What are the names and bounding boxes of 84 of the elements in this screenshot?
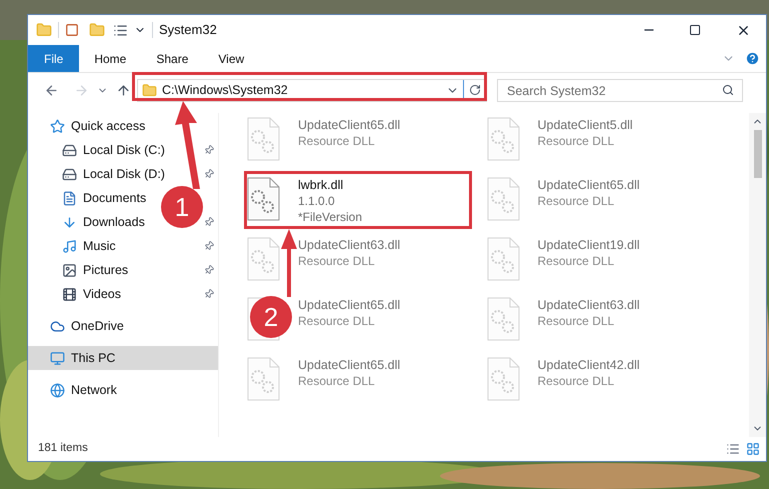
nav-item[interactable]: Music	[28, 234, 124, 258]
ribbon-tab[interactable]: Home	[79, 45, 142, 72]
nav-item[interactable]: This PC	[28, 346, 218, 370]
file-icon	[246, 177, 280, 221]
ribbon-tab[interactable]: View	[203, 45, 260, 72]
drive-icon	[62, 142, 77, 158]
nav-item[interactable]: Documents	[28, 186, 154, 210]
nav-item[interactable]: Pictures	[28, 258, 136, 282]
file-name[interactable]: UpdateClient19.dll	[538, 237, 640, 253]
view-icon[interactable]	[113, 22, 128, 38]
details-view-icon[interactable]	[726, 442, 740, 456]
nav-label: Local Disk (C:)	[83, 142, 165, 159]
file-icon	[246, 357, 280, 401]
star-icon	[50, 118, 65, 134]
drive-icon	[62, 166, 77, 182]
nav-label: Local Disk (D:)	[83, 166, 165, 183]
computer-icon	[50, 350, 65, 366]
nav-label: Documents	[83, 190, 146, 207]
help-icon[interactable]	[745, 51, 760, 66]
nav-label: Music	[83, 238, 116, 255]
file-icon	[486, 237, 520, 281]
file-name[interactable]: UpdateClient65.dll	[298, 357, 400, 373]
file-icon	[486, 117, 520, 161]
picture-icon	[62, 262, 77, 278]
file-name[interactable]: UpdateClient42.dll	[538, 357, 640, 373]
nav-label: Downloads	[83, 214, 145, 231]
file-detail: Resource DLL	[538, 253, 616, 269]
nav-item[interactable]: Videos	[28, 282, 129, 306]
nav-item[interactable]: Local Disk (C:)	[28, 138, 173, 162]
nav-label: Videos	[83, 286, 121, 303]
music-icon	[62, 238, 77, 254]
ribbon-tab[interactable]: Share	[141, 45, 204, 72]
file-icon	[486, 357, 520, 401]
file-detail: Resource DLL	[538, 313, 616, 329]
cloud-icon	[50, 318, 65, 334]
file-name[interactable]: UpdateClient5.dll	[538, 117, 633, 133]
film-icon	[62, 286, 77, 302]
search-icon	[722, 84, 734, 96]
up-icon[interactable]	[116, 82, 131, 98]
file-detail: *FileVersion	[298, 209, 362, 225]
file-name[interactable]: UpdateClient63.dll	[538, 297, 640, 313]
back-icon[interactable]	[44, 82, 59, 98]
file-detail: Resource DLL	[538, 193, 616, 209]
refresh-icon[interactable]	[469, 84, 481, 96]
nav-item[interactable]: OneDrive	[28, 314, 132, 338]
nav-label: Network	[71, 382, 117, 399]
address-text: C:\Windows\System32	[162, 82, 288, 99]
window-title: System32	[159, 21, 217, 40]
file-name[interactable]: UpdateClient65.dll	[298, 297, 400, 313]
nav-item[interactable]: Downloads	[28, 210, 153, 234]
item-count: 181 items	[38, 441, 88, 456]
maximize-icon[interactable]	[689, 24, 701, 36]
scrollbar[interactable]	[749, 113, 766, 437]
file-detail: Resource DLL	[298, 373, 376, 389]
nav-label: This PC	[71, 350, 116, 367]
file-name[interactable]: UpdateClient65.dll	[538, 177, 640, 193]
nav-item[interactable]: Quick access	[28, 114, 154, 138]
file-name[interactable]: lwbrk.dll	[298, 177, 362, 193]
file-name[interactable]: UpdateClient65.dll	[298, 117, 400, 133]
scroll-thumb[interactable]	[754, 130, 762, 178]
document-icon	[62, 190, 77, 206]
ribbon-tab[interactable]: File	[28, 45, 80, 72]
file-detail: Resource DLL	[298, 253, 376, 269]
file-detail: 1.1.0.0	[298, 193, 336, 209]
search-field[interactable]: Search System32	[497, 79, 743, 102]
file-name[interactable]: UpdateClient63.dll	[298, 237, 400, 253]
nav-label: Pictures	[83, 262, 128, 279]
folder-icon	[142, 82, 157, 98]
file-icon	[246, 117, 280, 161]
file-icon	[246, 237, 280, 281]
file-detail: Resource DLL	[298, 313, 376, 329]
nav-item[interactable]: Local Disk (D:)	[28, 162, 173, 186]
file-icon	[486, 297, 520, 341]
network-icon	[50, 382, 65, 398]
file-detail: Resource DLL	[538, 133, 616, 149]
file-detail: Resource DLL	[298, 133, 376, 149]
arrow-drawing	[281, 229, 297, 297]
nav-label: Quick access	[71, 118, 146, 135]
file-detail: Resource DLL	[538, 373, 616, 389]
nav-label: OneDrive	[71, 318, 124, 335]
file-icon	[486, 177, 520, 221]
nav-item[interactable]: Network	[28, 378, 125, 402]
download-icon	[62, 214, 77, 230]
large-icons-view-icon[interactable]	[746, 442, 760, 456]
